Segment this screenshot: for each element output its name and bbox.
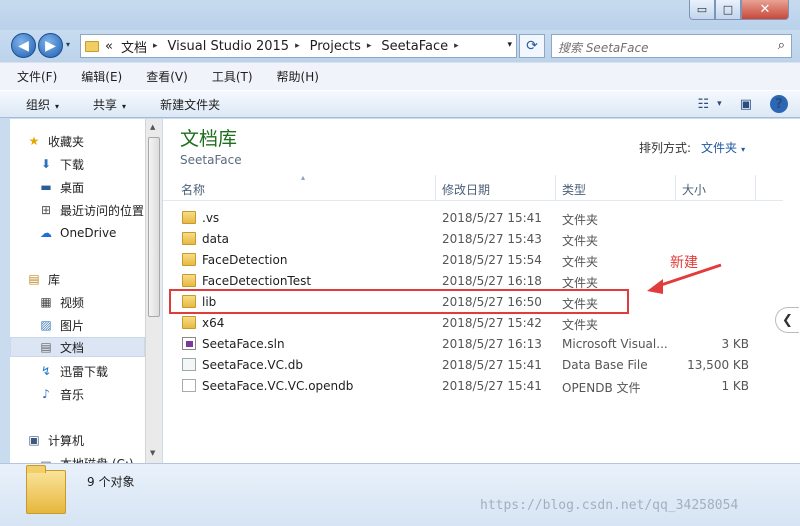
change-view-icon[interactable]: ☷ xyxy=(698,97,710,112)
document-icon: ▤ xyxy=(40,340,52,354)
preview-pane-icon[interactable]: ▣ xyxy=(740,97,752,112)
column-date-modified[interactable]: 修改日期 xyxy=(442,181,490,198)
navigation-pane-scrollbar[interactable]: ▲ ▼ xyxy=(145,119,162,463)
menu-edit[interactable]: 编辑(E) xyxy=(76,66,127,87)
scroll-down-arrow[interactable]: ▼ xyxy=(150,449,155,457)
nav-local-disk-c[interactable]: ▭本地磁盘 (C:) xyxy=(38,453,145,463)
organize-button[interactable]: 组织 ▾ xyxy=(20,94,65,115)
menu-bar: 文件(F) 编辑(E) 查看(V) 工具(T) 帮助(H) xyxy=(0,62,800,90)
nav-desktop[interactable]: ▬ 桌面 xyxy=(38,177,145,197)
watermark: https://blog.csdn.net/qq_34258054 xyxy=(480,498,739,513)
library-header: 文档库 SeetaFace xyxy=(180,124,242,167)
nav-downloads[interactable]: ⬇ 下载 xyxy=(38,154,145,174)
item-count: 9 个对象 xyxy=(87,475,135,489)
recent-pages-dropdown[interactable]: ▾ xyxy=(66,40,70,49)
file-row[interactable]: x64 2018/5/27 15:42 文件夹 xyxy=(177,313,777,334)
nav-recent-places[interactable]: ⊞ 最近访问的位置 xyxy=(38,200,145,220)
breadcrumb-seetaface[interactable]: SeetaFace ▸ xyxy=(381,39,464,54)
navigation-bar: ◀ ▶ ▾ « 文档 ▸ Visual Studio 2015 ▸ Projects… xyxy=(0,30,800,62)
column-headers: ▴ 名称 修改日期 类型 大小 xyxy=(163,173,783,201)
nav-thunder-downloads[interactable]: ↯ 迅雷下载 xyxy=(38,361,145,381)
drive-icon: ▭ xyxy=(40,456,52,463)
menu-tools[interactable]: 工具(T) xyxy=(207,66,258,87)
file-row[interactable]: SeetaFace.VC.VC.opendb 2018/5/27 15:41 O… xyxy=(177,376,777,397)
star-icon: ★ xyxy=(28,134,40,148)
back-button[interactable]: ◀ xyxy=(11,33,36,58)
folder-icon xyxy=(182,232,196,245)
column-name[interactable]: 名称 xyxy=(181,181,205,198)
nav-favorites[interactable]: ★ 收藏夹 xyxy=(26,131,145,151)
nav-onedrive[interactable]: ☁ OneDrive xyxy=(38,223,145,243)
library-icon: ▤ xyxy=(28,272,40,286)
address-dropdown[interactable]: ▾ xyxy=(507,40,512,50)
minimize-button[interactable]: ▭ xyxy=(689,0,715,20)
video-icon: ▦ xyxy=(40,295,52,309)
nav-music[interactable]: ♪ 音乐 xyxy=(38,384,145,404)
picture-icon: ▨ xyxy=(40,318,52,332)
folder-icon xyxy=(182,274,196,287)
breadcrumb-projects[interactable]: Projects ▸ xyxy=(310,39,378,54)
computer-icon: ▣ xyxy=(28,433,40,447)
nav-documents[interactable]: ▤ 文档 xyxy=(10,337,145,357)
refresh-button[interactable]: ⟳ xyxy=(519,34,545,58)
new-folder-button[interactable]: 新建文件夹 xyxy=(154,94,226,115)
column-size[interactable]: 大小 xyxy=(682,181,706,198)
folder-icon xyxy=(182,253,196,266)
file-row[interactable]: SeetaFace.sln 2018/5/27 16:13 Microsoft … xyxy=(177,334,777,355)
search-icon[interactable]: ⌕ xyxy=(778,38,785,53)
breadcrumb-visual-studio[interactable]: Visual Studio 2015 ▸ xyxy=(168,39,306,54)
scrollbar-thumb[interactable] xyxy=(148,137,160,317)
share-button[interactable]: 共享 ▾ xyxy=(87,94,132,115)
arrange-by-label: 排列方式: xyxy=(639,141,692,155)
arrange-by: 排列方式: 文件夹 ▾ xyxy=(639,139,745,156)
nav-libraries[interactable]: ▤ 库 xyxy=(26,269,145,289)
file-row[interactable]: SeetaFace.VC.db 2018/5/27 15:41 Data Bas… xyxy=(177,355,777,376)
chevron-down-icon[interactable]: ▾ xyxy=(741,145,745,154)
menu-help[interactable]: 帮助(H) xyxy=(272,66,324,87)
menu-file[interactable]: 文件(F) xyxy=(12,66,62,87)
file-row[interactable]: .vs 2018/5/27 15:41 文件夹 xyxy=(177,208,777,229)
search-input[interactable]: 搜索 SeetaFace ⌕ xyxy=(551,34,792,58)
file-icon xyxy=(182,379,196,392)
details-pane: 9 个对象 https://blog.csdn.net/qq_34258054 xyxy=(0,463,800,526)
folder-icon xyxy=(85,40,99,52)
download-icon: ⬇ xyxy=(40,157,52,171)
file-row[interactable]: data 2018/5/27 15:43 文件夹 xyxy=(177,229,777,250)
address-bar[interactable]: « 文档 ▸ Visual Studio 2015 ▸ Projects ▸ Seet… xyxy=(80,34,517,58)
database-file-icon xyxy=(182,358,196,371)
music-icon: ♪ xyxy=(42,387,50,401)
nav-pictures[interactable]: ▨ 图片 xyxy=(38,315,145,335)
arrange-by-dropdown[interactable]: 文件夹 xyxy=(701,141,737,155)
sort-indicator-icon: ▴ xyxy=(301,173,306,182)
scroll-up-arrow[interactable]: ▲ xyxy=(150,123,155,131)
navigation-pane: ★ 收藏夹 ⬇ 下载 ▬ 桌面 ⊞ 最近访问的位置 ☁ OneDrive ▤ 库 ▦ 视频 ▨… xyxy=(10,119,145,463)
nav-videos[interactable]: ▦ 视频 xyxy=(38,292,145,312)
recent-places-icon: ⊞ xyxy=(40,203,52,217)
address-overflow-chevron[interactable]: « xyxy=(105,39,113,54)
help-icon[interactable]: ? xyxy=(770,95,788,113)
annotation-highlight-box xyxy=(169,289,629,314)
column-type[interactable]: 类型 xyxy=(562,181,586,198)
solution-file-icon xyxy=(182,337,196,350)
forward-button[interactable]: ▶ xyxy=(38,33,63,58)
library-title: 文档库 xyxy=(180,128,238,150)
maximize-button[interactable]: □ xyxy=(715,0,741,20)
title-bar: ▭ □ ✕ xyxy=(0,0,800,30)
folder-icon xyxy=(182,316,196,329)
desktop-icon: ▬ xyxy=(40,180,52,194)
cloud-icon: ☁ xyxy=(40,226,52,240)
breadcrumb-documents[interactable]: 文档 ▸ xyxy=(121,37,164,56)
annotation-arrow-icon xyxy=(647,263,722,294)
command-toolbar: 组织 ▾ 共享 ▾ 新建文件夹 ☷ ▾ ▣ ? xyxy=(0,90,800,118)
library-subtitle[interactable]: SeetaFace xyxy=(180,153,242,167)
file-list-pane: 文档库 SeetaFace 排列方式: 文件夹 ▾ ▴ 名称 修改日期 类型 大小 … xyxy=(163,119,800,463)
menu-view[interactable]: 查看(V) xyxy=(141,66,193,87)
nav-computer[interactable]: ▣ 计算机 xyxy=(26,430,145,450)
close-button[interactable]: ✕ xyxy=(741,0,789,20)
collapse-pane-button[interactable]: ❮ xyxy=(775,307,799,333)
folder-icon xyxy=(26,465,66,514)
view-options-dropdown[interactable]: ▾ xyxy=(717,99,722,109)
thunder-icon: ↯ xyxy=(40,364,52,378)
folder-icon xyxy=(182,211,196,224)
